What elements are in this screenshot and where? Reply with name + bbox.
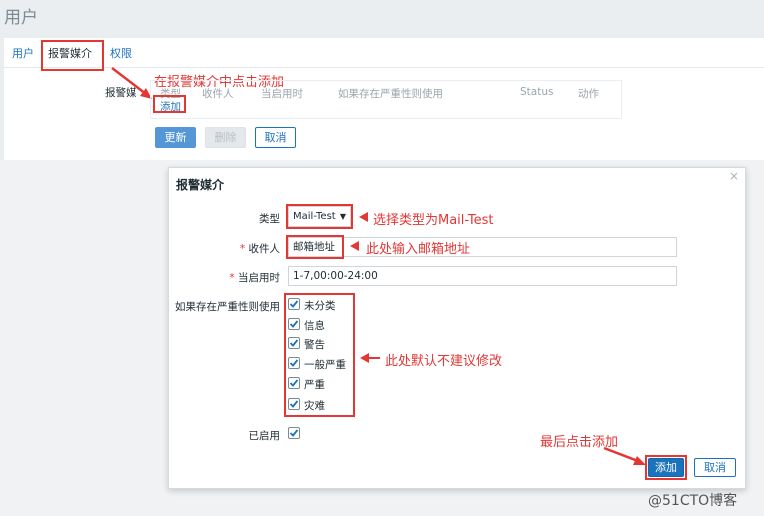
annotation-arrow-line <box>368 357 380 359</box>
type-label: 类型 <box>259 213 280 225</box>
severity-item-label: 一般严重 <box>304 359 346 371</box>
annotation-select-type: 选择类型为Mail-Test <box>373 213 494 228</box>
annotation-arrow-final <box>603 446 646 465</box>
tab-permissions[interactable]: 权限 <box>110 45 132 61</box>
add-link-highlight <box>153 95 186 113</box>
severity-label: 如果存在严重性则使用 <box>175 301 280 313</box>
checkbox-checked-icon[interactable] <box>288 337 300 349</box>
enabled-label: 已启用 <box>248 430 281 442</box>
severity-item-info[interactable] <box>288 318 300 330</box>
close-icon[interactable]: × <box>729 169 739 183</box>
severity-item-label: 未分类 <box>304 300 336 312</box>
checkbox-checked-icon[interactable] <box>288 298 300 310</box>
checkbox-checked-icon[interactable] <box>288 377 300 389</box>
dialog-cancel-button[interactable]: 取消 <box>694 458 736 477</box>
col-action: 动作 <box>578 88 599 100</box>
severity-item-disaster[interactable] <box>288 398 300 410</box>
col-status: Status <box>520 86 554 98</box>
annotation-enter-email: 此处输入邮箱地址 <box>366 242 471 257</box>
recipient-highlight <box>286 235 344 259</box>
enabled-checkbox[interactable] <box>288 427 300 439</box>
severity-item-unclassified[interactable] <box>288 298 300 310</box>
severity-item-label: 警告 <box>304 339 325 351</box>
tab-user[interactable]: 用户 <box>12 45 34 61</box>
when-active-input-value: 1-7,00:00-24:00 <box>293 270 378 282</box>
recipient-input[interactable]: 邮箱地址 <box>288 237 677 257</box>
severity-item-label: 信息 <box>304 320 325 332</box>
delete-button[interactable]: 删除 <box>205 127 246 148</box>
watermark: @51CTO博客 <box>648 493 738 509</box>
col-when-active: 当启用时 <box>261 88 303 100</box>
checkbox-checked-icon[interactable] <box>288 398 300 410</box>
dialog-add-button[interactable]: 添加 <box>648 458 684 477</box>
annotation-arrow-type <box>359 212 368 222</box>
page-title: 用户 <box>4 8 38 28</box>
check-icon <box>289 429 299 437</box>
checkbox-checked-icon[interactable] <box>288 318 300 330</box>
severity-item-average[interactable] <box>288 357 300 369</box>
severity-item-high[interactable] <box>288 377 300 389</box>
annotation-default-note: 此处默认不建议修改 <box>385 354 503 369</box>
when-active-label: * 当启用时 <box>229 272 280 284</box>
annotation-arrow-recipient <box>350 241 359 251</box>
severity-item-label: 灾难 <box>304 400 325 412</box>
when-active-input[interactable]: 1-7,00:00-24:00 <box>288 266 677 286</box>
recipient-label: * 收件人 <box>239 243 280 255</box>
update-button[interactable]: 更新 <box>155 127 196 148</box>
severity-item-label: 严重 <box>304 379 325 391</box>
type-highlight <box>286 204 353 229</box>
severity-item-warning[interactable] <box>288 337 300 349</box>
col-severity: 如果存在严重性则使用 <box>338 88 443 100</box>
tab-media-highlight <box>41 40 104 71</box>
checkbox-checked-icon[interactable] <box>288 357 300 369</box>
dialog-title: 报警媒介 <box>176 178 225 192</box>
cancel-button[interactable]: 取消 <box>255 127 296 148</box>
media-label: 报警媒 <box>105 87 137 99</box>
col-recipient: 收件人 <box>202 88 234 100</box>
